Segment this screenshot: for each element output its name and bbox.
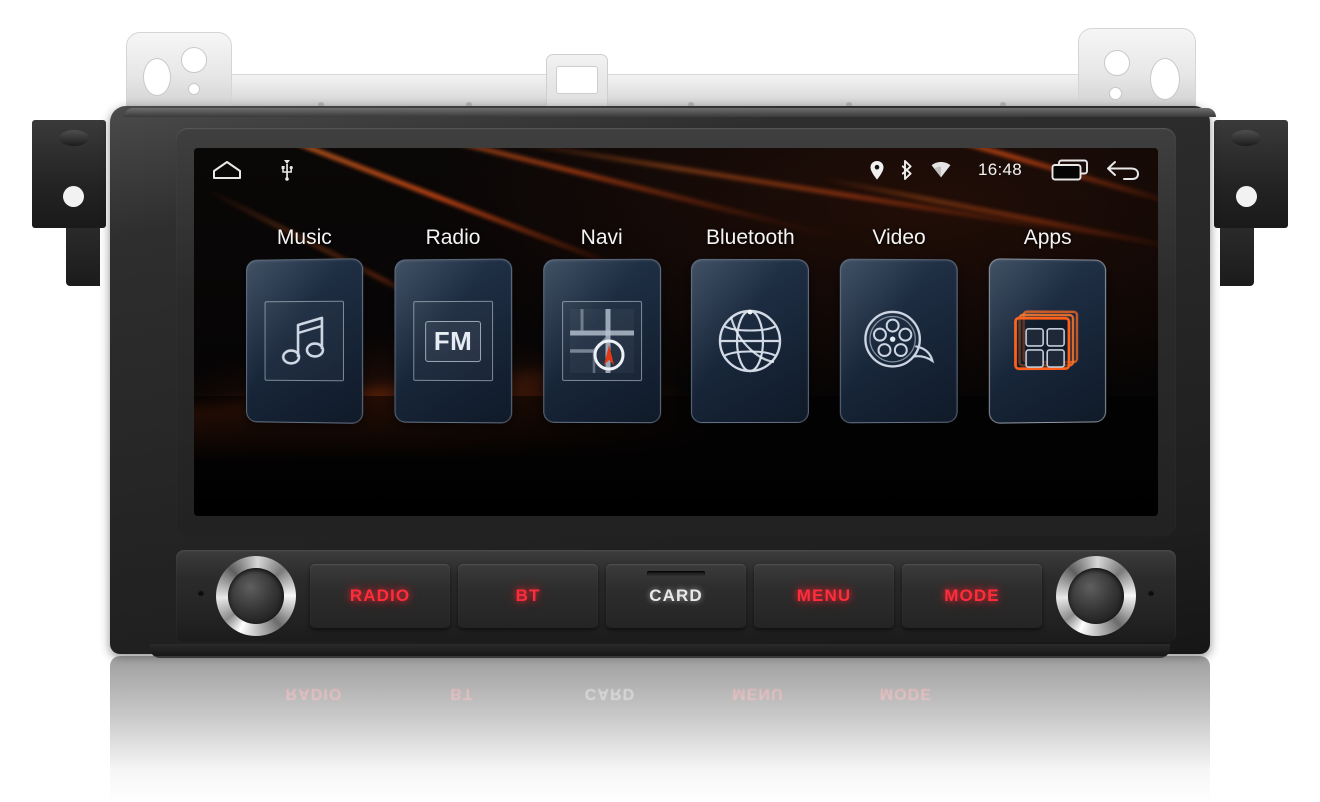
app-item-navi[interactable]: Navi <box>527 226 676 424</box>
app-launcher-row: Music Radio FM Navi Bluetooth Video Apps <box>194 200 1158 424</box>
location-pin-icon <box>870 160 884 180</box>
wifi-icon <box>931 162 951 178</box>
app-item-bluetooth[interactable]: Bluetooth <box>676 226 825 424</box>
bracket-hole-oval <box>1150 58 1180 100</box>
bracket-hole-oval <box>143 58 171 96</box>
reflection-fade <box>110 656 1210 802</box>
back-icon[interactable] <box>1106 159 1140 181</box>
head-unit: 16:48 Music Radio FM Navi Bluetooth Vide… <box>32 106 1288 658</box>
side-bracket-tail-left <box>66 228 100 286</box>
app-label-video: Video <box>872 226 926 249</box>
bracket-hole <box>63 186 84 207</box>
music-note-icon <box>264 300 345 382</box>
app-item-music[interactable]: Music <box>230 226 379 424</box>
app-tile-music[interactable] <box>246 258 364 424</box>
bluetooth-button-label: BT <box>515 586 541 605</box>
app-tile-video[interactable] <box>839 258 958 424</box>
volume-power-knob[interactable] <box>216 556 296 636</box>
sd-card-slot[interactable] <box>647 571 705 576</box>
menu-button-label: MENU <box>796 586 852 605</box>
home-icon[interactable] <box>212 160 242 180</box>
screenshot-stage: 16:48 Music Radio FM Navi Bluetooth Vide… <box>0 0 1320 802</box>
usb-icon <box>280 159 294 181</box>
tune-select-knob[interactable] <box>1056 556 1136 636</box>
app-item-video[interactable]: Video <box>825 226 974 424</box>
mode-button-label: MODE <box>944 586 1000 605</box>
bracket-main-bar <box>215 74 1105 108</box>
side-bracket-tail-right <box>1220 228 1254 286</box>
menu-button[interactable]: MENU <box>754 564 894 628</box>
surface-reflection: RADIO BT CARD MENU MODE <box>110 656 1210 802</box>
recent-apps-icon[interactable] <box>1051 159 1089 181</box>
status-bar-left-group <box>212 159 294 181</box>
fm-radio-icon: FM <box>413 300 494 382</box>
screen-bezel: 16:48 Music Radio FM Navi Bluetooth Vide… <box>176 128 1176 536</box>
bracket-hole <box>1236 186 1257 207</box>
bracket-screw <box>59 130 89 146</box>
side-mount-bracket-right <box>1214 120 1288 228</box>
app-tile-bluetooth[interactable] <box>691 258 810 424</box>
app-tile-navi[interactable] <box>542 258 661 424</box>
app-item-apps[interactable]: Apps <box>973 226 1122 424</box>
app-label-music: Music <box>276 226 332 249</box>
app-label-radio: Radio <box>425 226 481 249</box>
bracket-center-cutout <box>556 66 598 94</box>
bracket-hole-round <box>181 47 207 73</box>
bracket-hole-small <box>1109 87 1122 100</box>
microphone-pinhole <box>1148 590 1154 596</box>
bracket-left-ear <box>126 32 232 108</box>
unit-chassis: 16:48 Music Radio FM Navi Bluetooth Vide… <box>110 106 1216 658</box>
bluetooth-icon <box>901 160 914 180</box>
bracket-right-ear <box>1078 28 1196 108</box>
bluetooth-button[interactable]: BT <box>458 564 598 628</box>
app-grid-icon <box>1009 302 1087 380</box>
status-bar-clock: 16:48 <box>977 160 1022 179</box>
card-button[interactable]: CARD <box>606 564 746 628</box>
status-bar: 16:48 <box>194 148 1158 192</box>
side-mount-bracket-left <box>32 120 106 228</box>
mode-button[interactable]: MODE <box>902 564 1042 628</box>
app-tile-radio[interactable]: FM <box>394 258 513 424</box>
control-panel: RADIO BT CARD MENU MODE <box>176 550 1176 642</box>
bracket-hole-small <box>188 83 200 95</box>
film-reel-icon <box>860 302 938 380</box>
unit-top-edge <box>124 108 1216 117</box>
bracket-hole-round <box>1104 50 1130 76</box>
card-button-label: CARD <box>649 586 703 605</box>
radio-button-label: RADIO <box>349 586 411 605</box>
fm-label: FM <box>433 325 473 356</box>
radio-button[interactable]: RADIO <box>310 564 450 628</box>
reset-pinhole <box>198 590 204 596</box>
hardware-button-row: RADIO BT CARD MENU MODE <box>310 564 1042 628</box>
navigation-map-icon <box>561 300 642 382</box>
app-label-apps: Apps <box>1023 226 1072 249</box>
bluetooth-globe-icon <box>711 302 789 380</box>
app-tile-apps[interactable] <box>988 258 1106 424</box>
status-bar-right-group: 16:48 <box>870 159 1140 181</box>
app-item-radio[interactable]: Radio FM <box>379 226 528 424</box>
bracket-screw <box>1231 130 1261 146</box>
knob-face <box>228 568 284 624</box>
app-label-bluetooth: Bluetooth <box>705 226 795 249</box>
touchscreen-display[interactable]: 16:48 Music Radio FM Navi Bluetooth Vide… <box>194 148 1158 516</box>
app-label-navi: Navi <box>580 226 623 249</box>
knob-face <box>1068 568 1124 624</box>
